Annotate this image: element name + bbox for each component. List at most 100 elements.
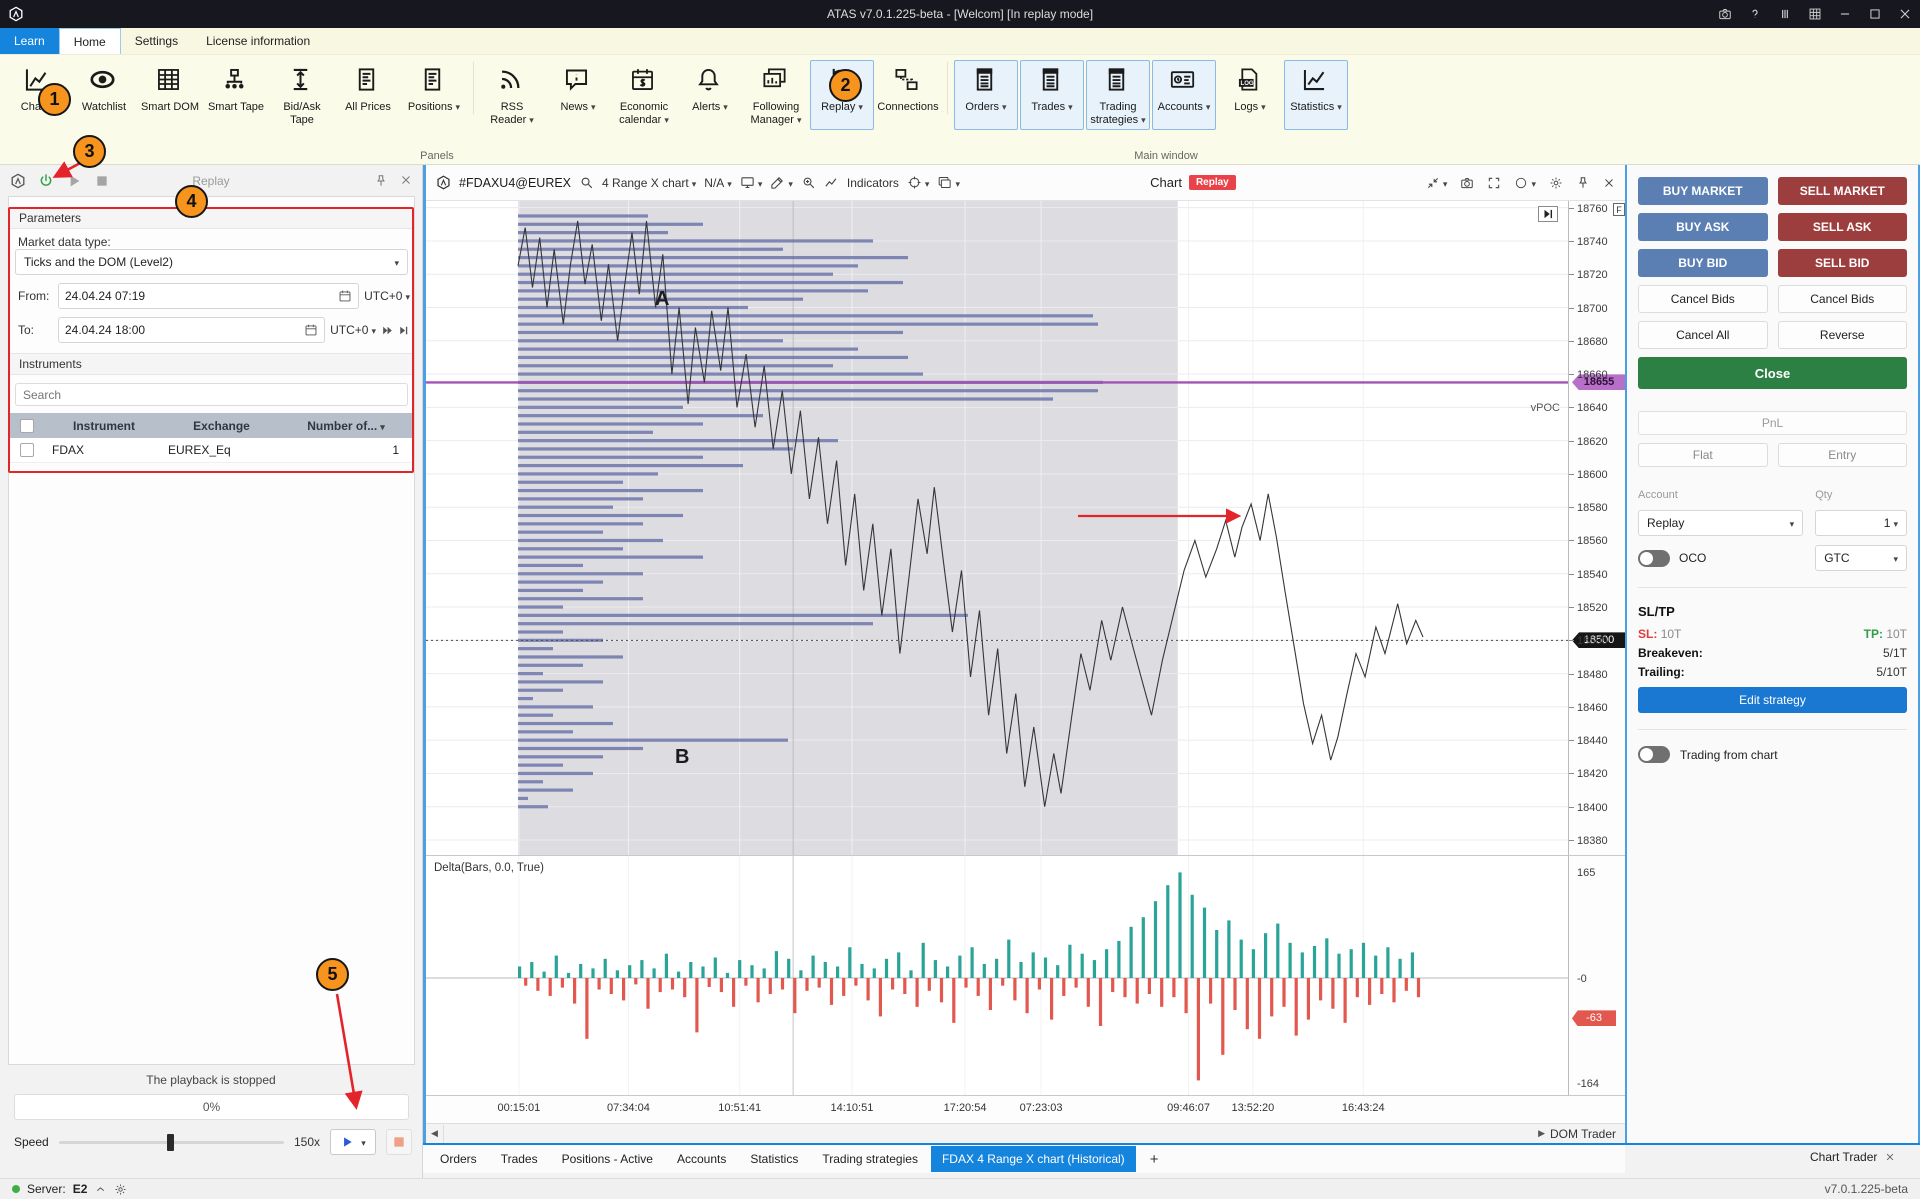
sell-bid-button[interactable]: SELL BID xyxy=(1778,249,1908,277)
column-instrument[interactable]: Instrument xyxy=(44,419,164,433)
select-all-checkbox[interactable] xyxy=(20,419,34,433)
delta-indicator-label[interactable]: Delta(Bars, 0.0, True) xyxy=(434,862,544,874)
menu-tab-learn[interactable]: Learn xyxy=(0,28,59,54)
skip-forward-icon[interactable] xyxy=(381,324,394,337)
workspace-grid-icon[interactable] xyxy=(1808,7,1822,21)
play-button[interactable] xyxy=(330,1129,376,1155)
chart-symbol[interactable]: #FDAXU4@EUREX xyxy=(459,176,571,190)
theme-button[interactable] xyxy=(1514,176,1536,190)
close-position-button[interactable]: Close xyxy=(1638,357,1907,389)
ribbon-item-chart[interactable]: Chart xyxy=(6,60,70,130)
ribbon-item-smart-tape[interactable]: Smart Tape xyxy=(204,60,268,130)
bottom-tab-trades[interactable]: Trades xyxy=(490,1146,549,1172)
bottom-tab-fdax-4-range-x-chart-historical-[interactable]: FDAX 4 Range X chart (Historical) xyxy=(931,1146,1136,1172)
dock-button[interactable] xyxy=(1426,176,1448,190)
pin-icon[interactable] xyxy=(1576,176,1590,190)
dom-trader-tab[interactable]: ▶DOM Trader xyxy=(1538,1127,1628,1141)
chart-close-icon[interactable] xyxy=(1603,177,1615,189)
cancel-all-button[interactable]: Cancel All xyxy=(1638,321,1768,349)
playback-stop-icon[interactable] xyxy=(94,173,110,189)
to-date-input[interactable] xyxy=(65,323,298,337)
reverse-button[interactable]: Reverse xyxy=(1778,321,1908,349)
panels-icon[interactable] xyxy=(1778,7,1792,21)
cancel-bids-button[interactable]: Cancel Bids xyxy=(1778,285,1908,313)
to-date-field[interactable] xyxy=(58,317,325,343)
pnl-button[interactable]: PnL xyxy=(1638,411,1907,435)
chart-trader-tab[interactable]: Chart Trader xyxy=(1810,1150,1895,1164)
ribbon-item-positions[interactable]: Positions xyxy=(402,60,466,130)
ribbon-item-all-prices[interactable]: All Prices xyxy=(336,60,400,130)
time-axis[interactable]: 00:15:0107:34:0410:51:4114:10:5117:20:54… xyxy=(426,1095,1628,1123)
buy-ask-button[interactable]: BUY ASK xyxy=(1638,213,1768,241)
menu-tab-home[interactable]: Home xyxy=(59,28,121,54)
delta-axis[interactable]: -63 165-0-164 xyxy=(1568,856,1628,1095)
ribbon-item-connections[interactable]: Connections xyxy=(876,60,940,130)
buy-bid-button[interactable]: BUY BID xyxy=(1638,249,1768,277)
row-checkbox[interactable] xyxy=(20,443,34,457)
sell-market-button[interactable]: SELL MARKET xyxy=(1778,177,1908,205)
chevron-up-icon[interactable] xyxy=(94,1183,107,1196)
from-timezone[interactable]: UTC+0 xyxy=(364,289,410,303)
account-select[interactable]: Replay xyxy=(1638,510,1803,536)
ribbon-item-bid-ask-tape[interactable]: Bid/Ask Tape xyxy=(270,60,334,130)
market-data-type-select[interactable]: Ticks and the DOM (Level2) xyxy=(15,249,408,275)
indicators-icon[interactable] xyxy=(824,175,839,190)
scroll-left-button[interactable]: ◀ xyxy=(426,1125,444,1143)
ribbon-item-alerts[interactable]: Alerts xyxy=(678,60,742,130)
skip-to-end-icon[interactable] xyxy=(397,324,410,337)
column-number[interactable]: Number of... xyxy=(279,419,413,433)
close-icon[interactable] xyxy=(1885,1152,1895,1162)
settings-gear-icon[interactable] xyxy=(1549,176,1563,190)
flat-button[interactable]: Flat xyxy=(1638,443,1768,467)
zoom-in-icon[interactable] xyxy=(801,175,816,190)
search-input[interactable] xyxy=(23,388,400,402)
column-exchange[interactable]: Exchange xyxy=(164,419,279,433)
sell-ask-button[interactable]: SELL ASK xyxy=(1778,213,1908,241)
instrument-search[interactable] xyxy=(15,383,408,406)
qty-select[interactable]: 1 xyxy=(1815,510,1907,536)
buy-market-button[interactable]: BUY MARKET xyxy=(1638,177,1768,205)
minimize-button[interactable] xyxy=(1838,7,1852,21)
calendar-icon[interactable] xyxy=(304,323,318,337)
fullscreen-icon[interactable] xyxy=(1487,176,1501,190)
price-axis[interactable]: F 18655 18500 18760187401872018700186801… xyxy=(1568,201,1628,855)
help-icon[interactable] xyxy=(1748,7,1762,21)
ribbon-item-smart-dom[interactable]: Smart DOM xyxy=(138,60,202,130)
ribbon-item-replay[interactable]: Replay xyxy=(810,60,874,130)
edit-strategy-button[interactable]: Edit strategy xyxy=(1638,687,1907,713)
power-icon[interactable] xyxy=(38,173,54,189)
tif-select[interactable]: GTC xyxy=(1815,545,1907,571)
settings-gear-icon[interactable] xyxy=(114,1183,127,1196)
trading-from-chart-toggle[interactable] xyxy=(1638,746,1670,763)
menu-tab-settings[interactable]: Settings xyxy=(121,28,192,54)
ribbon-item-rss-reader[interactable]: RSS Reader xyxy=(480,60,544,130)
ribbon-item-trades[interactable]: Trades xyxy=(1020,60,1084,130)
indicators-label[interactable]: Indicators xyxy=(847,176,899,190)
stop-button[interactable] xyxy=(386,1129,412,1155)
delta-pane[interactable]: Delta(Bars, 0.0, True) -63 165-0-164 xyxy=(426,855,1628,1095)
bottom-tab-statistics[interactable]: Statistics xyxy=(739,1146,809,1172)
search-icon[interactable] xyxy=(579,175,594,190)
drawing-tools-button[interactable] xyxy=(770,175,793,190)
ribbon-item-following-manager[interactable]: Following Manager xyxy=(744,60,808,130)
bottom-tab-trading-strategies[interactable]: Trading strategies xyxy=(811,1146,929,1172)
add-tab-button[interactable]: + xyxy=(1138,1148,1171,1171)
ribbon-item-accounts[interactable]: Accounts xyxy=(1152,60,1216,130)
bottom-tab-orders[interactable]: Orders xyxy=(429,1146,488,1172)
screenshot-icon[interactable] xyxy=(1718,7,1732,21)
bottom-tab-accounts[interactable]: Accounts xyxy=(666,1146,737,1172)
delta-histogram[interactable] xyxy=(426,856,1568,1095)
close-window-button[interactable] xyxy=(1898,7,1912,21)
ribbon-item-orders[interactable]: Orders xyxy=(954,60,1018,130)
panel-close-icon[interactable] xyxy=(400,174,412,186)
speed-slider[interactable] xyxy=(59,1141,284,1144)
from-date-input[interactable] xyxy=(65,289,332,303)
chart-period-select[interactable]: 4 Range X chart xyxy=(602,176,696,190)
bottom-tab-positions-active[interactable]: Positions - Active xyxy=(551,1146,664,1172)
to-timezone[interactable]: UTC+0 xyxy=(330,323,376,337)
ribbon-item-statistics[interactable]: Statistics xyxy=(1284,60,1348,130)
table-row[interactable]: FDAX EUREX_Eq 1 xyxy=(10,438,413,463)
crosshair-button[interactable] xyxy=(907,175,930,190)
pin-icon[interactable] xyxy=(374,174,388,188)
cancel-bids-button[interactable]: Cancel Bids xyxy=(1638,285,1768,313)
